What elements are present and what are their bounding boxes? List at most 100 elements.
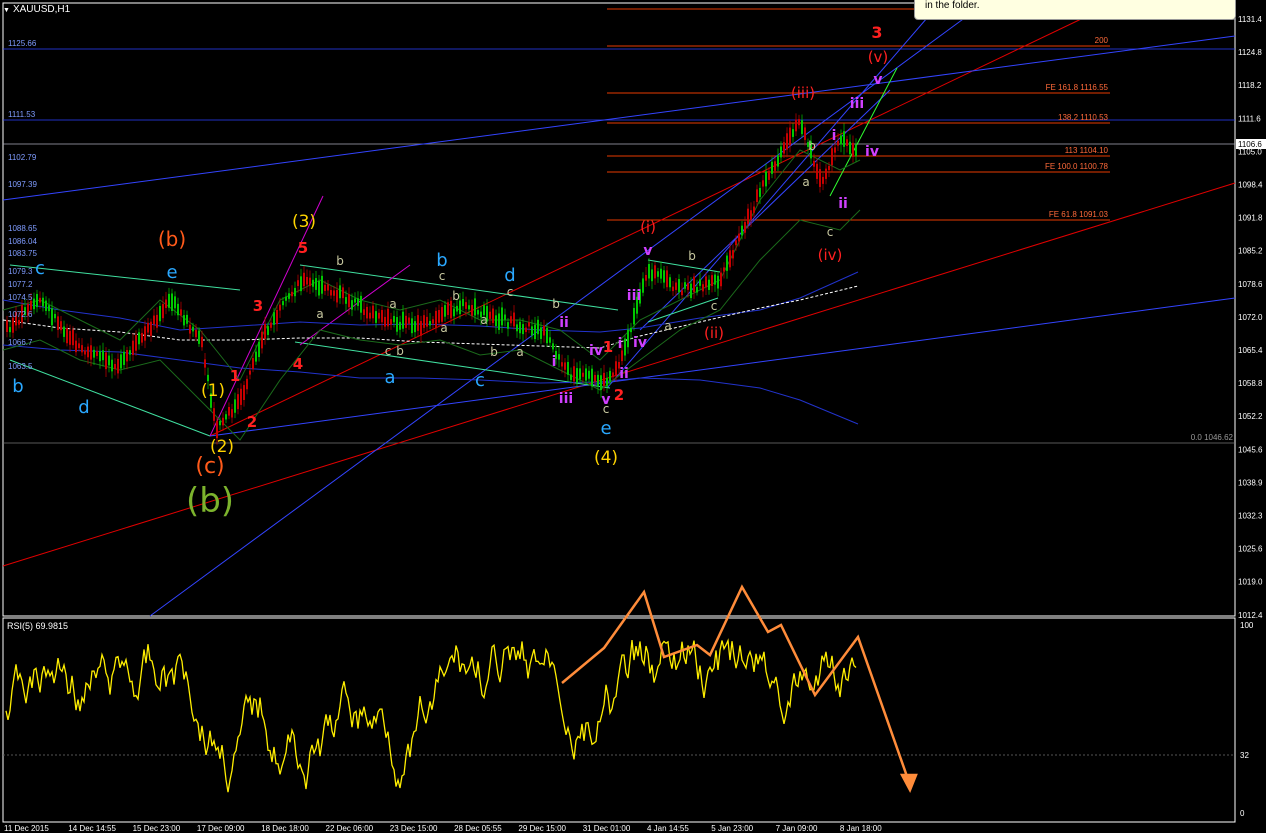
candle-body	[399, 321, 401, 330]
candle-body	[105, 352, 107, 370]
svg-text:e: e	[600, 418, 611, 439]
candle-body	[189, 324, 191, 334]
svg-text:5: 5	[298, 239, 308, 257]
candle-body	[762, 180, 764, 187]
candle-body	[351, 300, 353, 310]
candle-body	[297, 280, 299, 287]
candle-body	[561, 362, 563, 367]
svg-text:(2): (2)	[210, 437, 234, 457]
svg-text:b: b	[808, 139, 816, 153]
svg-text:1097.39: 1097.39	[8, 180, 37, 189]
price-tick-label: 1058.8	[1238, 379, 1263, 388]
candle-body	[429, 320, 431, 326]
svg-text:a: a	[516, 345, 523, 359]
svg-text:i: i	[618, 336, 623, 352]
candle-body	[378, 312, 380, 319]
candle-body	[633, 307, 635, 325]
svg-text:iv: iv	[589, 343, 603, 359]
time-tick-label: 31 Dec 01:00	[583, 824, 631, 833]
candle-body	[534, 324, 536, 340]
candle-body	[753, 206, 755, 213]
rsi-line	[5, 638, 857, 793]
candle-body	[87, 346, 89, 358]
svg-text:e: e	[166, 262, 177, 283]
candle-body	[456, 305, 458, 312]
candle-body	[588, 370, 590, 379]
candle-body	[573, 366, 575, 382]
fib-labels: 200 FE 161.8 1116.55 138.2 1110.53 113 1…	[1045, 36, 1234, 442]
svg-text:i: i	[832, 128, 837, 144]
candle-body	[177, 303, 179, 316]
svg-text:iv: iv	[865, 144, 879, 160]
candle-body	[537, 319, 539, 335]
candle-body	[273, 312, 275, 325]
candle-body	[174, 296, 176, 309]
candle-body	[270, 322, 272, 328]
candle-body	[333, 290, 335, 296]
candle-body	[339, 285, 341, 299]
wave-big-b: (b)	[186, 481, 234, 521]
candle-body	[567, 361, 569, 375]
svg-text:b: b	[490, 345, 498, 359]
svg-text:1102.79: 1102.79	[8, 153, 37, 162]
candle-body	[402, 311, 404, 329]
svg-text:c: c	[603, 402, 610, 416]
candle-body	[267, 326, 269, 335]
candle-body	[54, 313, 56, 319]
candle-body	[705, 276, 707, 288]
candle-body	[360, 295, 362, 313]
candle-body	[30, 300, 32, 310]
svg-text:113 1104.10: 113 1104.10	[1065, 146, 1109, 155]
price-tick-label: 1091.8	[1238, 214, 1263, 223]
candle-body	[168, 293, 170, 308]
price-axis: 1131.41124.81118.21111.61105.01098.41091…	[1238, 15, 1263, 620]
svg-text:a: a	[802, 175, 809, 189]
candle-body	[414, 321, 416, 333]
candle-body	[384, 316, 386, 327]
candle-body	[147, 322, 149, 333]
svg-text:1: 1	[603, 338, 613, 356]
candle-body	[240, 388, 242, 405]
candle-body	[93, 349, 95, 358]
candle-body	[726, 255, 728, 271]
candle-body	[498, 313, 500, 330]
candle-body	[369, 312, 371, 319]
chart-canvas[interactable]: 1131.41124.81118.21111.61105.01098.41091…	[0, 0, 1266, 833]
price-tick-label: 1085.2	[1238, 247, 1263, 256]
candle-body	[81, 345, 83, 353]
candle-body	[444, 305, 446, 317]
candle-body	[732, 250, 734, 259]
candle-body	[117, 358, 119, 374]
candle-body	[393, 315, 395, 323]
candle-body	[492, 308, 494, 324]
svg-text:v: v	[873, 72, 882, 88]
svg-text:(iii): (iii)	[791, 84, 815, 102]
candle-body	[198, 330, 200, 344]
candle-body	[675, 282, 677, 290]
candle-body	[528, 322, 530, 327]
candle-body	[702, 284, 704, 292]
candle-body	[129, 350, 131, 355]
time-tick-label: 7 Jan 09:00	[776, 824, 818, 833]
time-tick-label: 5 Jan 23:00	[711, 824, 753, 833]
candle-body	[699, 279, 701, 286]
svg-text:b: b	[452, 289, 460, 303]
candle-body	[405, 315, 407, 328]
svg-text:1: 1	[230, 367, 240, 385]
candle-body	[558, 354, 560, 360]
svg-text:c: c	[827, 225, 834, 239]
candle-body	[78, 343, 80, 349]
candle-body	[777, 155, 779, 167]
candle-body	[813, 160, 815, 167]
price-tick-label: 1052.2	[1238, 412, 1263, 421]
svg-text:1125.66: 1125.66	[8, 39, 37, 48]
candle-body	[48, 305, 50, 312]
candle-body	[99, 351, 101, 362]
svg-text:v: v	[643, 243, 652, 259]
candle-body	[42, 297, 44, 307]
candle-body	[540, 327, 542, 339]
candle-body	[765, 171, 767, 187]
candle-body	[471, 305, 473, 316]
candle-body	[108, 355, 110, 366]
candle-body	[285, 296, 287, 301]
